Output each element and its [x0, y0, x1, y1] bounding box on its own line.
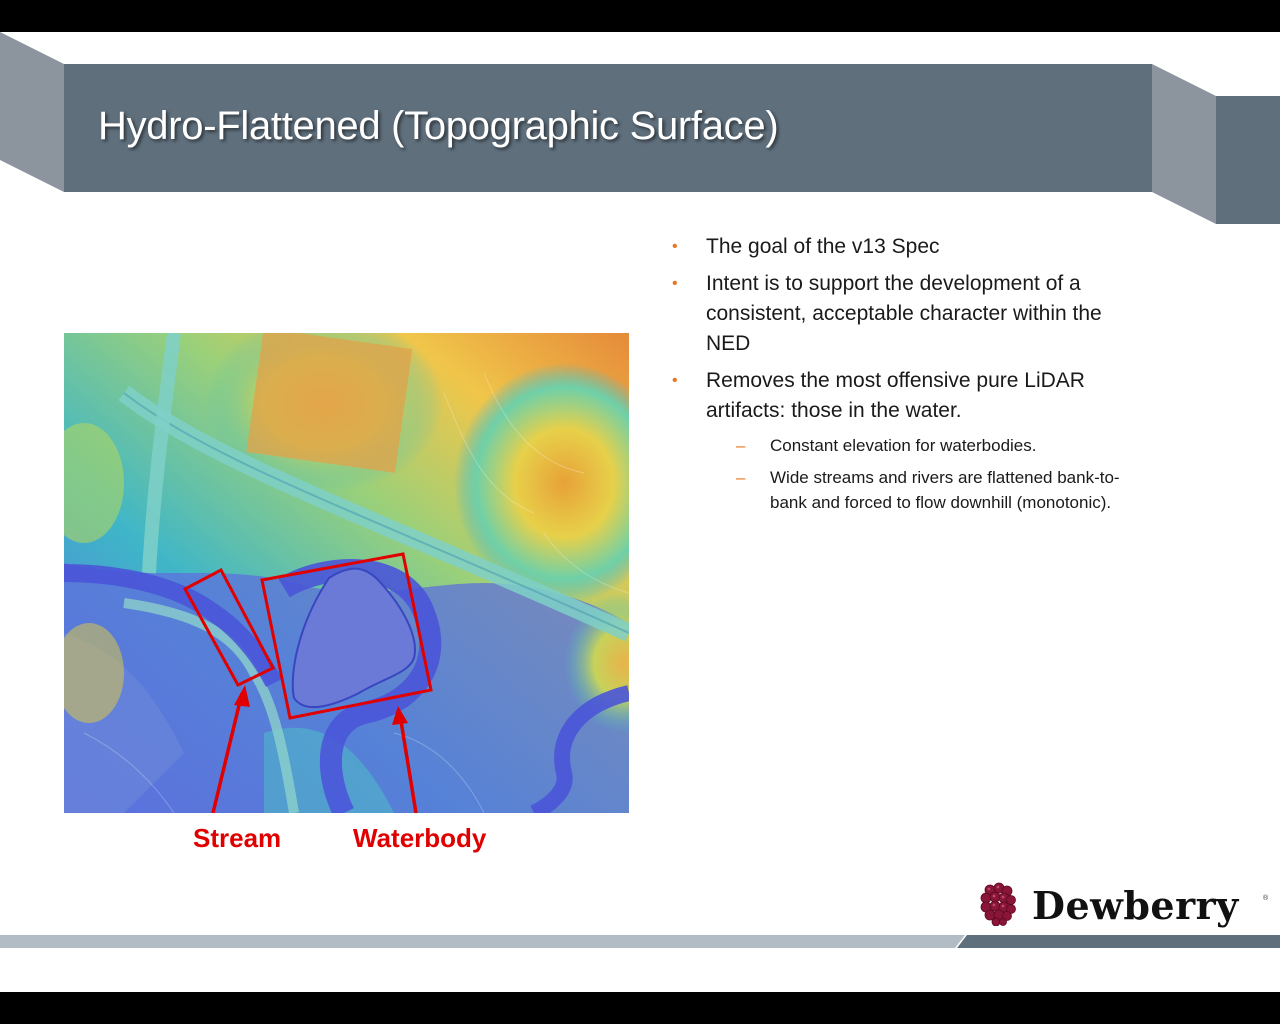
sub-bullet-text: Wide streams and rivers are flattened ba…: [770, 467, 1120, 513]
bullet-text: Removes the most offensive pure LiDAR ar…: [706, 369, 1085, 422]
bullet-item: • Removes the most offensive pure LiDAR …: [672, 366, 1132, 426]
registered-mark: ®: [1263, 895, 1269, 902]
stream-label: Stream: [193, 823, 282, 853]
sub-bullet-item: – Wide streams and rivers are flattened …: [672, 465, 1132, 516]
dash-icon: –: [736, 467, 746, 487]
logo-wordmark: Dewberry: [1032, 883, 1239, 928]
bullet-item: • The goal of the v13 Spec: [672, 232, 1132, 262]
dash-icon: –: [736, 436, 746, 455]
right-wedge: [1152, 64, 1216, 224]
bullet-dot-icon: •: [672, 238, 678, 255]
slide-title: Hydro-Flattened (Topographic Surface): [98, 104, 779, 148]
bullet-item: • Intent is to support the development o…: [672, 269, 1132, 359]
bullet-text: Intent is to support the development of …: [706, 272, 1102, 355]
footer-bar-dark: [957, 935, 1280, 948]
footer-bar-light: [0, 935, 965, 948]
sub-bullet-text: Constant elevation for waterbodies.: [770, 436, 1037, 455]
raspberry-icon: [980, 882, 1016, 926]
right-tab: [1216, 96, 1280, 224]
bullet-dot-icon: •: [672, 275, 678, 292]
sub-bullet-item: – Constant elevation for waterbodies.: [672, 433, 1132, 459]
hillshade-map: [64, 333, 629, 813]
slide: Hydro-Flattened (Topographic Surface) St…: [0, 32, 1280, 992]
waterbody-label: Waterbody: [353, 823, 487, 853]
bullet-dot-icon: •: [672, 372, 678, 389]
bullet-text: The goal of the v13 Spec: [706, 235, 940, 258]
left-wedge: [0, 32, 64, 192]
bullet-list: • The goal of the v13 Spec • Intent is t…: [672, 232, 1132, 522]
